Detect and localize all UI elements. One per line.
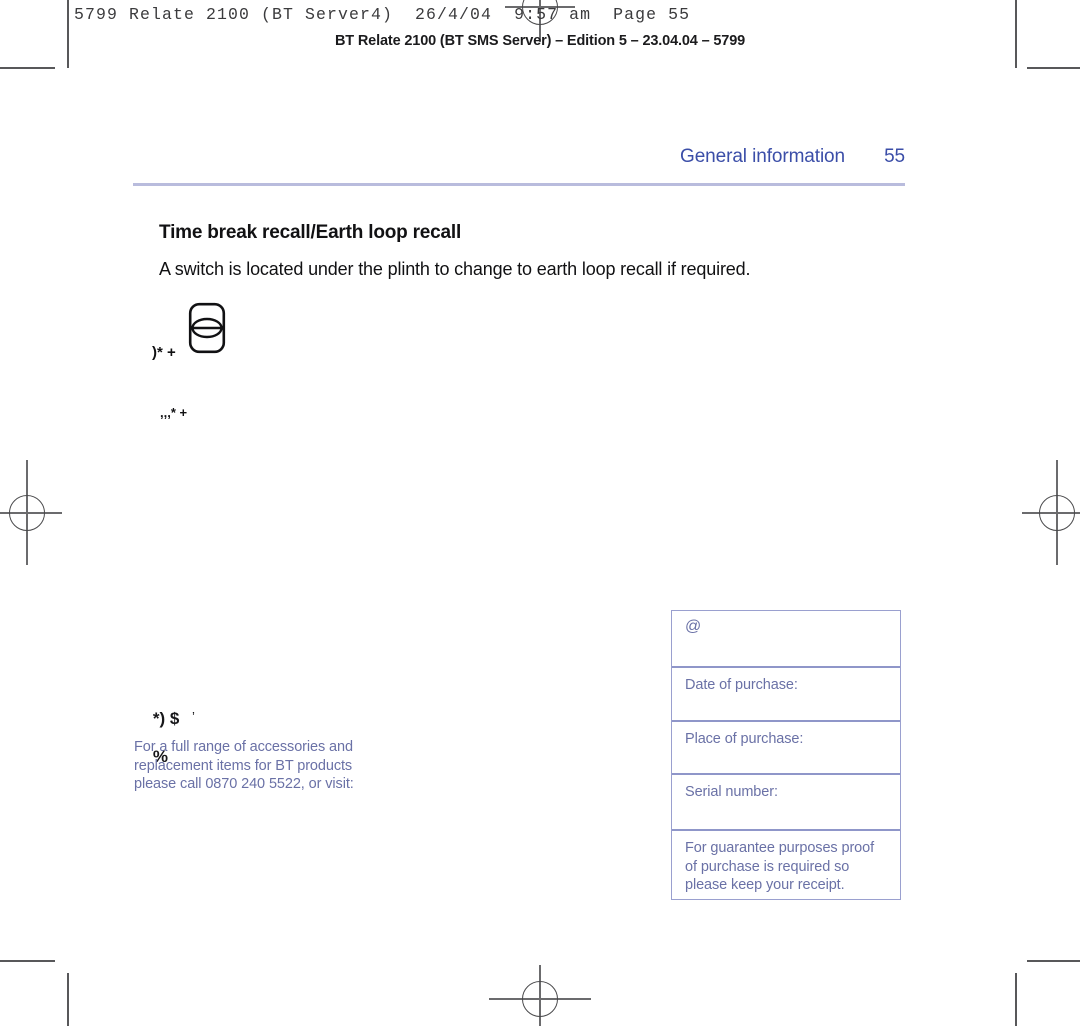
scanned-page: 5799 Relate 2100 (BT Server4) 26/4/04 9:… bbox=[0, 0, 1080, 1026]
header-rule bbox=[133, 183, 905, 186]
accessories-stray-glyph: ’ bbox=[192, 709, 195, 724]
purchase-row-guarantee-note: For guarantee purposes proof of purchase… bbox=[672, 829, 900, 899]
crop-mark-top-right-horizontal bbox=[1027, 67, 1080, 69]
imposition-slug-line: 5799 Relate 2100 (BT Server4) 26/4/04 9:… bbox=[74, 5, 691, 24]
page-header: General information 55 bbox=[133, 146, 905, 186]
purchase-row-place: Place of purchase: bbox=[672, 720, 900, 773]
accessories-paragraph: For a full range of accessories and repl… bbox=[134, 739, 354, 792]
crop-mark-bottom-left-horizontal bbox=[0, 960, 55, 962]
section-paragraph: A switch is located under the plinth to … bbox=[159, 259, 751, 279]
crop-mark-top-left-horizontal bbox=[0, 67, 55, 69]
section-title: Time break recall/Earth loop recall bbox=[159, 222, 462, 243]
crop-mark-bottom-left-vertical bbox=[67, 973, 69, 1026]
purchase-row-serial-number: Serial number: bbox=[672, 773, 900, 829]
edition-line: BT Relate 2100 (BT SMS Server) – Edition… bbox=[334, 33, 746, 49]
purchase-row-at: @ bbox=[685, 618, 702, 635]
page-number: 55 bbox=[884, 146, 905, 167]
crop-mark-bottom-right-horizontal bbox=[1027, 960, 1080, 962]
switch-caption-glyphs: )* + ,,,* + bbox=[152, 303, 192, 463]
accessories-glyph-line-1: *) $ bbox=[152, 709, 180, 728]
earth-loop-recall-switch-icon bbox=[188, 302, 226, 359]
registration-mark-left-center bbox=[0, 460, 62, 565]
switch-glyph-line-2: ,,,* + bbox=[160, 405, 188, 420]
purchase-row-date: Date of purchase: bbox=[672, 666, 900, 720]
crop-mark-bottom-right-vertical bbox=[1015, 973, 1017, 1026]
header-section-title: General information bbox=[680, 146, 845, 167]
switch-glyph-line-1: )* + bbox=[152, 344, 176, 361]
purchase-record-box: @ Date of purchase: Place of purchase: S… bbox=[671, 610, 901, 900]
registration-mark-bottom-center bbox=[489, 965, 591, 1026]
registration-mark-right-center bbox=[1022, 460, 1080, 565]
